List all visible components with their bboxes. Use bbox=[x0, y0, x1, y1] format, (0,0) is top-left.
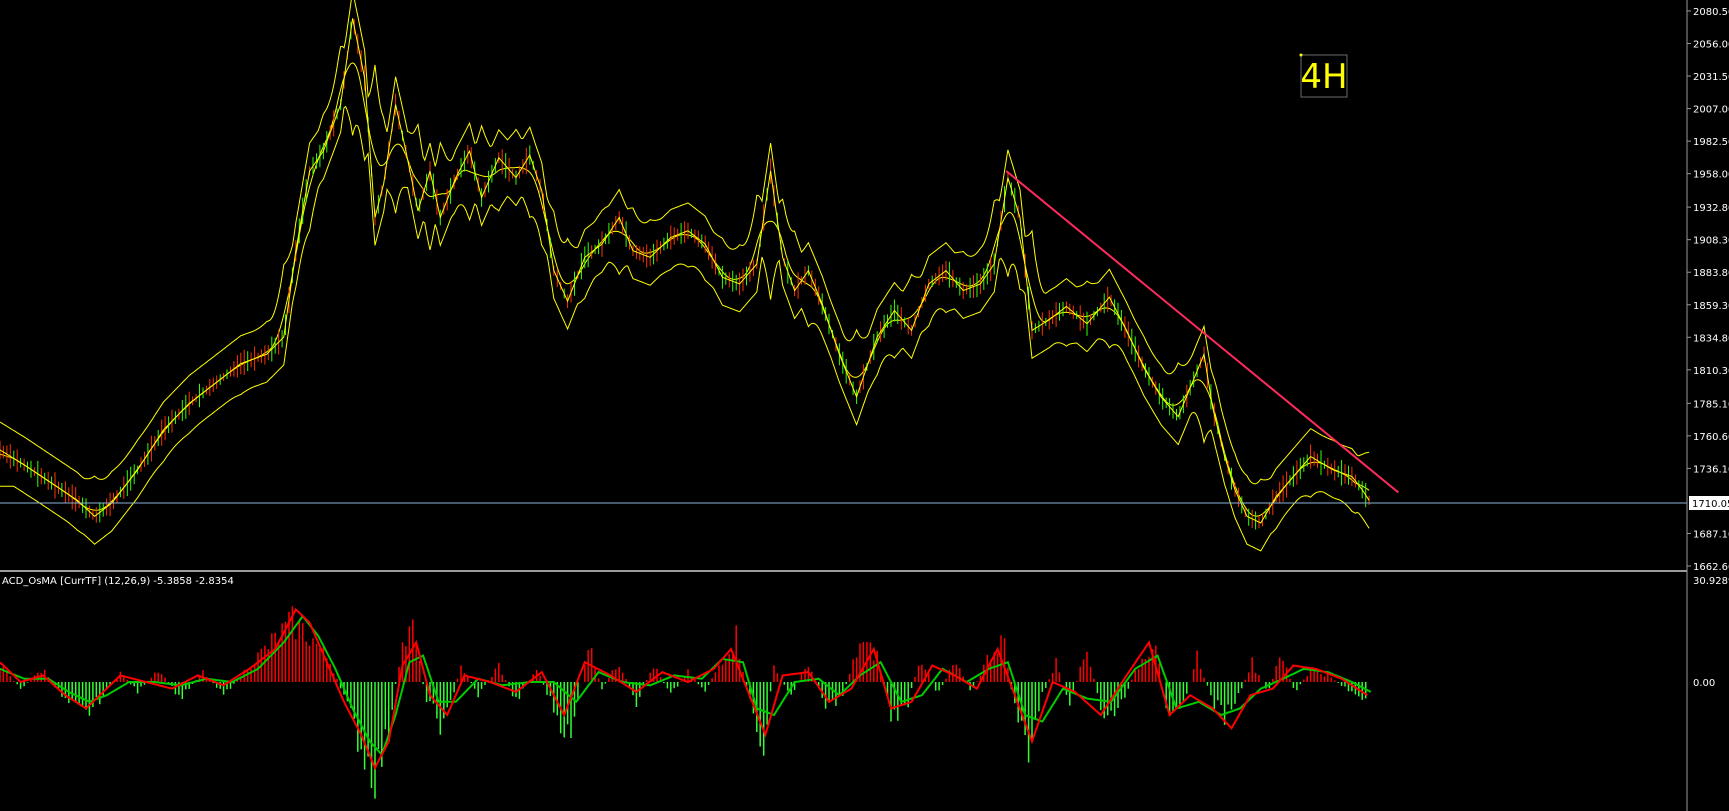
current-price-tag: 1710.05 bbox=[1689, 496, 1729, 510]
price-tick-label: 1908.30 bbox=[1693, 236, 1729, 247]
price-tick-label: 1958.00 bbox=[1693, 170, 1729, 181]
chart-background bbox=[0, 0, 1729, 811]
price-tick-label: 1687.10 bbox=[1693, 530, 1729, 541]
price-tick-label: 1883.80 bbox=[1693, 268, 1729, 279]
indicator-tick-label: 30.9289 bbox=[1693, 576, 1729, 587]
price-tick-label: 1834.80 bbox=[1693, 333, 1729, 344]
price-tick-label: 1982.50 bbox=[1693, 137, 1729, 148]
price-tick-label: 1760.60 bbox=[1693, 432, 1729, 443]
indicator-label: ACD_OsMA [CurrTF] (12,26,9) -5.3858 -2.8… bbox=[2, 576, 234, 587]
timeframe-label: 4H bbox=[1300, 57, 1347, 97]
timeframe-label-box[interactable]: 4H bbox=[1299, 53, 1348, 98]
price-tick-label: 2007.00 bbox=[1693, 105, 1729, 116]
indicator-tick-label: 0.00 bbox=[1693, 678, 1715, 689]
price-tick-label: 1736.10 bbox=[1693, 464, 1729, 475]
price-tick-label: 1859.30 bbox=[1693, 301, 1729, 312]
price-tick-label: 2056.00 bbox=[1693, 40, 1729, 51]
price-tick-label: 1932.80 bbox=[1693, 203, 1729, 214]
price-tick-label: 1785.10 bbox=[1693, 399, 1729, 410]
price-tick-label: 1662.60 bbox=[1693, 562, 1729, 573]
price-tick-label: 2031.50 bbox=[1693, 72, 1729, 83]
price-tick-label: 1810.30 bbox=[1693, 366, 1729, 377]
price-chart-canvas[interactable]: 4H ACD_OsMA [CurrTF] (12,26,9) -5.3858 -… bbox=[0, 0, 1729, 811]
current-price-tag-text: 1710.05 bbox=[1692, 499, 1729, 510]
price-tick-label: 2080.50 bbox=[1693, 7, 1729, 18]
